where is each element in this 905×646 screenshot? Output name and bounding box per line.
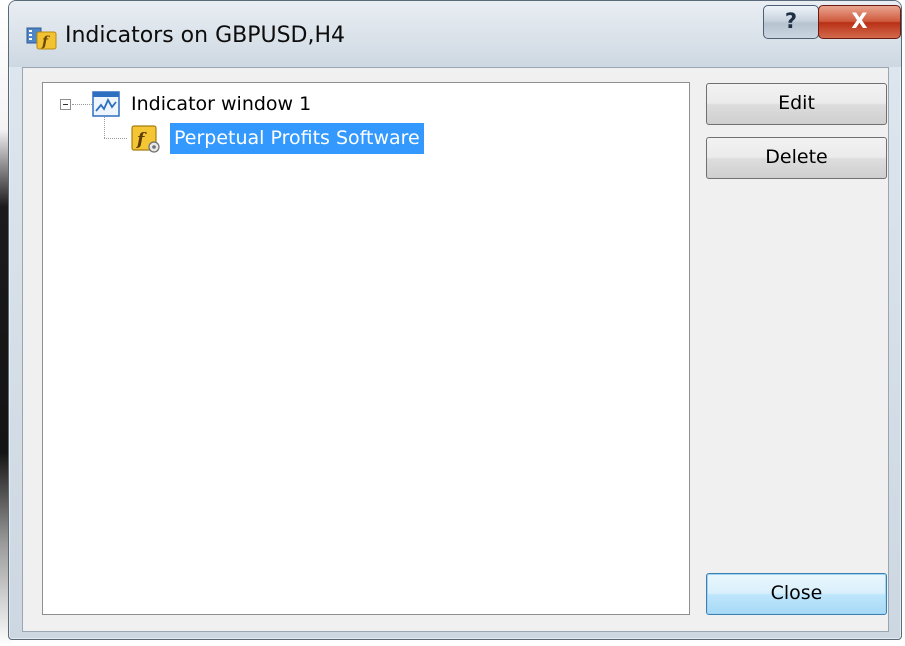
- custom-indicator-icon: f: [131, 125, 161, 153]
- edit-button[interactable]: Edit: [706, 83, 887, 125]
- help-button[interactable]: ?: [763, 5, 819, 39]
- title-bar[interactable]: f Indicators on GBPUSD,H4 ? X: [9, 1, 901, 67]
- tree-connector-line: [72, 104, 92, 105]
- collapse-toggle[interactable]: [60, 99, 71, 110]
- indicators-dialog: f Indicators on GBPUSD,H4 ? X Indicator …: [8, 0, 902, 640]
- delete-button[interactable]: Delete: [706, 137, 887, 179]
- tree-item-indicator-window[interactable]: Indicator window 1: [131, 93, 311, 115]
- dialog-body: Indicator window 1 f Perpetual Profits S…: [22, 67, 889, 632]
- tree-connector-line: [104, 138, 127, 139]
- indicator-tree[interactable]: Indicator window 1 f Perpetual Profits S…: [42, 82, 690, 615]
- close-button[interactable]: Close: [706, 573, 887, 615]
- window-title: Indicators on GBPUSD,H4: [65, 23, 346, 48]
- chart-window-icon: [92, 91, 120, 117]
- tree-item-perpetual-profits[interactable]: Perpetual Profits Software: [170, 123, 424, 154]
- window-close-button[interactable]: X: [818, 5, 901, 39]
- indicators-window-icon: f: [26, 25, 58, 50]
